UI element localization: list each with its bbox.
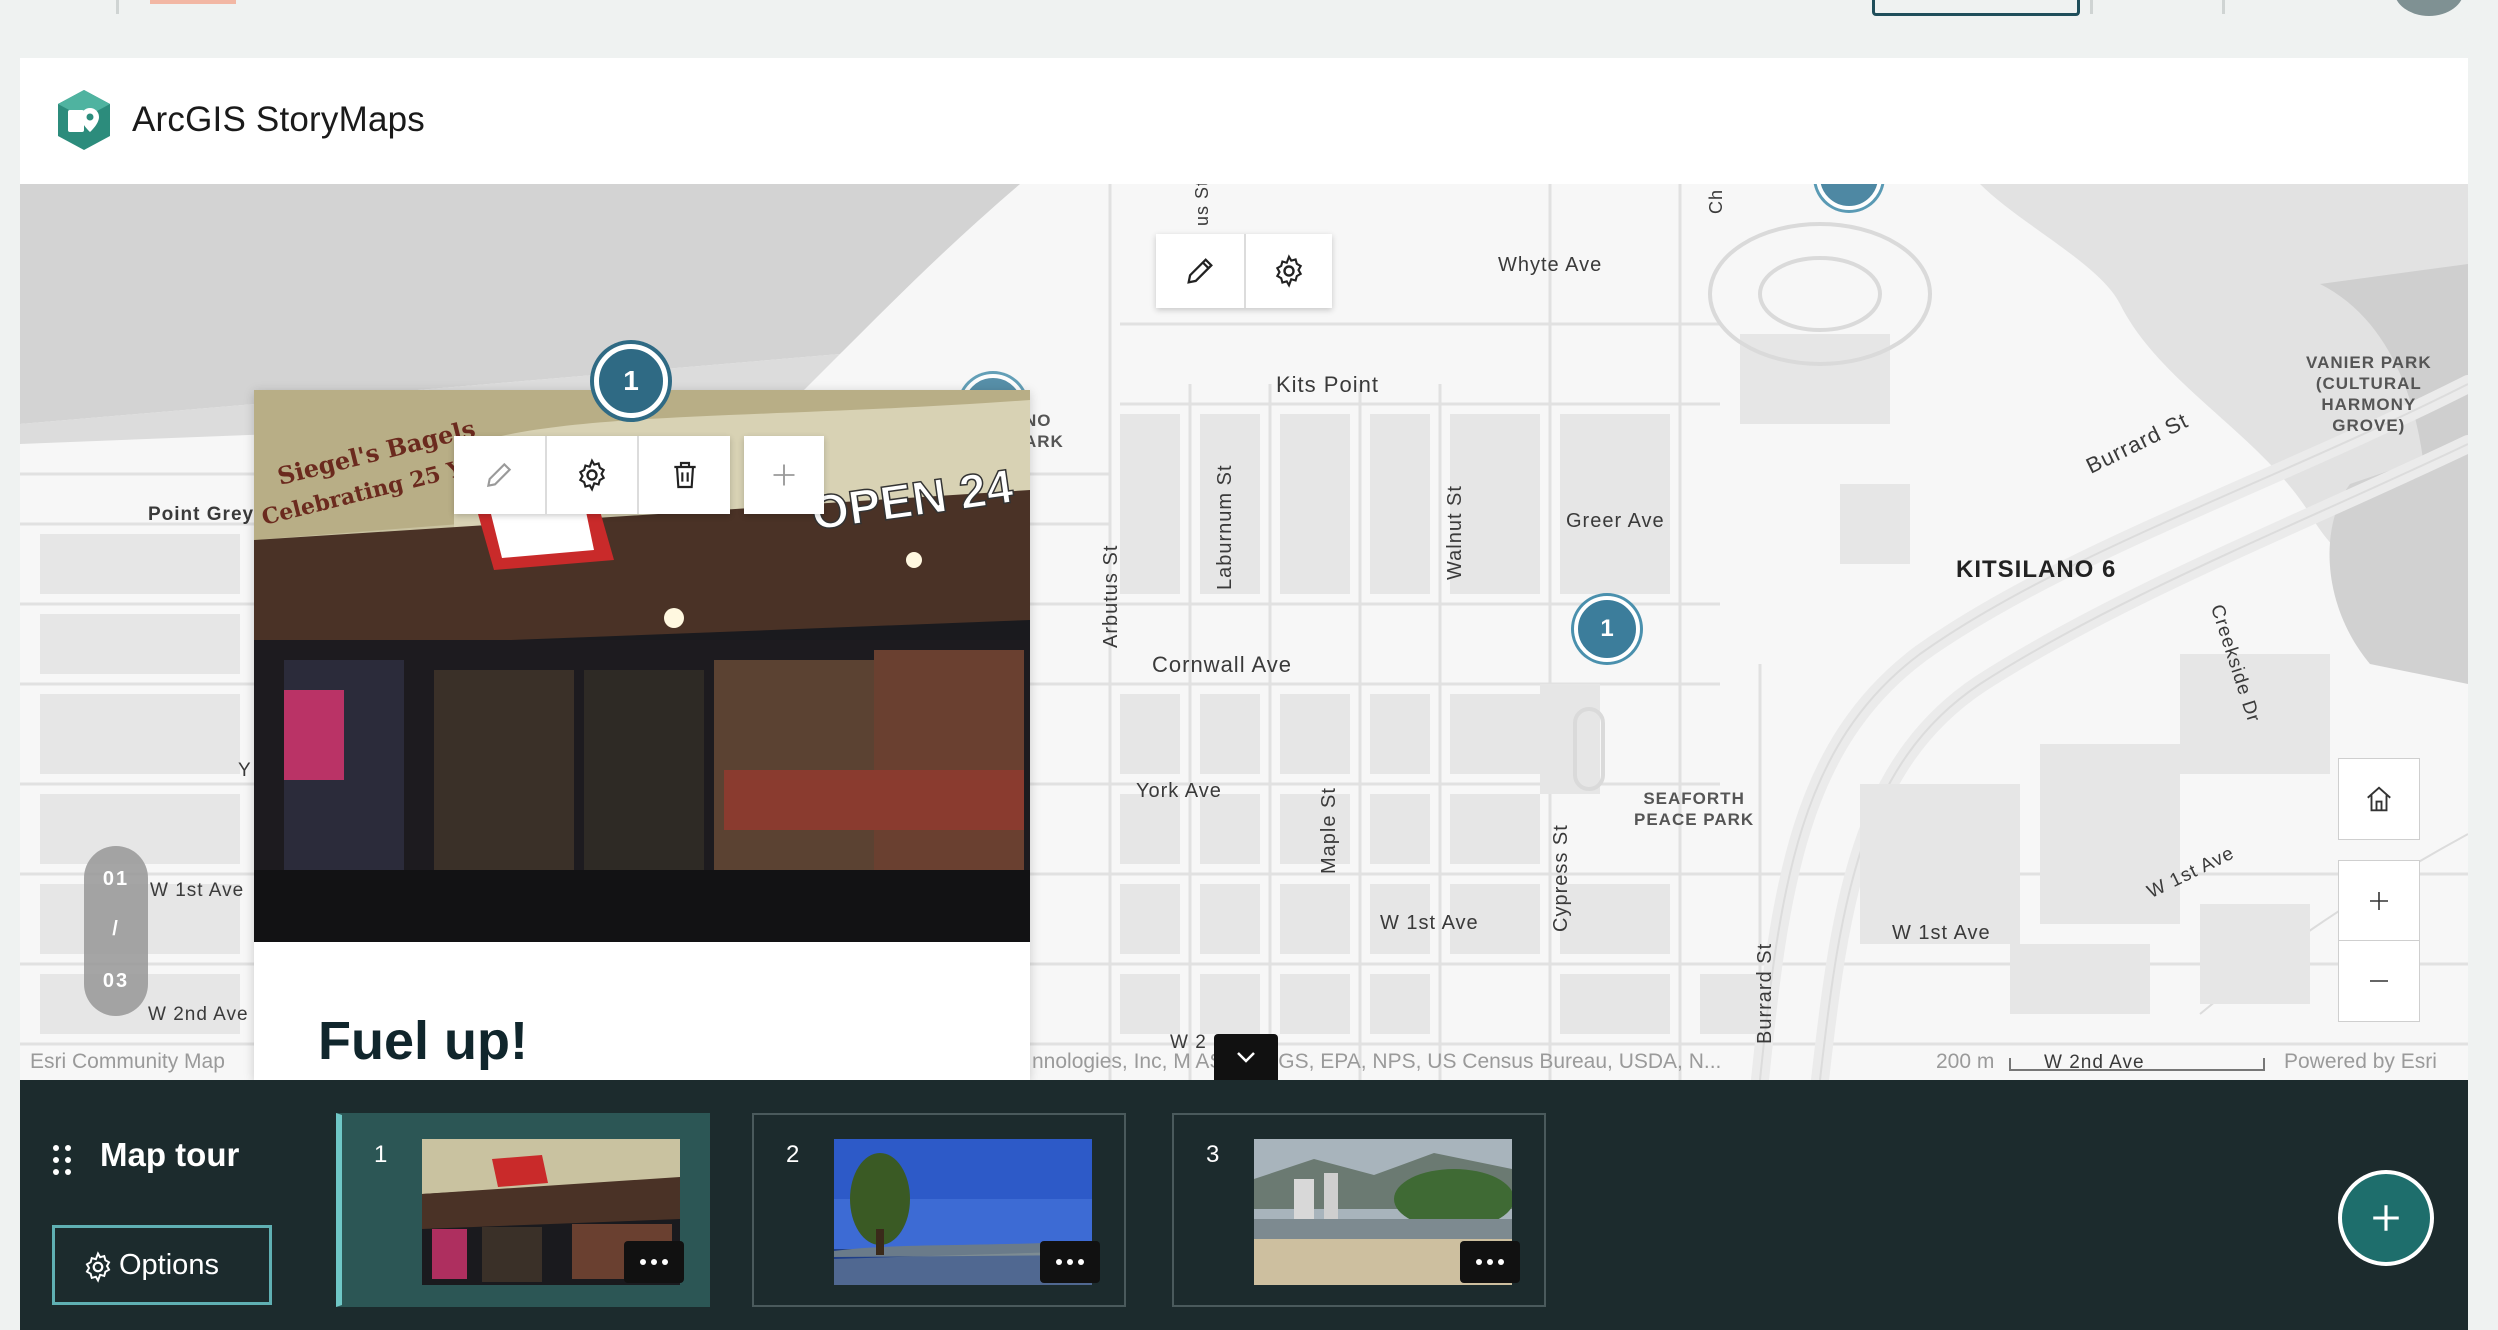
settings-button[interactable] (1244, 234, 1332, 308)
street-label-w1st: W 1st Ave (1892, 922, 1991, 944)
zoom-out-button[interactable] (2338, 940, 2420, 1022)
topbar-divider (2090, 0, 2093, 14)
add-block-button[interactable] (744, 436, 824, 514)
gear-icon (1275, 254, 1303, 288)
counter-current: 01 (102, 868, 130, 890)
slide-thumbnail[interactable]: 2 (752, 1113, 1126, 1307)
slide-counter: 01 / 03 (84, 846, 148, 1016)
settings-button[interactable] (544, 436, 638, 514)
zoom-in-button[interactable] (2338, 860, 2420, 942)
attribution-left[interactable]: Esri Community Map (30, 1050, 225, 1074)
options-button[interactable]: Options (52, 1225, 272, 1305)
builder-title: Map tour (100, 1136, 240, 1173)
attribution-text[interactable]: nnologies, Inc, M ASA, USGS, EPA, NPS, U… (1032, 1050, 1721, 1074)
app-topbar (0, 0, 2498, 56)
add-slide-button[interactable] (2338, 1170, 2434, 1266)
place-label-point-grey: Point Grey (148, 504, 255, 525)
map-view[interactable]: Whyte Ave Kits Point Point Grey Greer Av… (20, 184, 2468, 1080)
street-label-fragment: Y (238, 760, 252, 781)
slide-menu-button[interactable] (1040, 1241, 1100, 1283)
street-label-york: York Ave (1136, 780, 1222, 802)
place-label-kits-point: Kits Point (1276, 372, 1379, 397)
scale-label: 200 m (1936, 1050, 1995, 1073)
pencil-icon (1187, 258, 1213, 284)
storymaps-logo-icon (58, 90, 110, 150)
street-label-maple: Maple St (1318, 787, 1340, 874)
card-toolbar (454, 436, 730, 514)
edit-button[interactable] (454, 436, 545, 514)
map-pin[interactable]: 1 (1574, 596, 1640, 662)
plus-icon (2373, 1205, 2399, 1231)
slide-number: 1 (374, 1141, 388, 1168)
street-label-w1st: W 1st Ave (150, 880, 245, 901)
street-label-burrard: Burrard St (1754, 942, 1776, 1044)
street-label-whyte: Whyte Ave (1498, 254, 1603, 276)
counter-sep: / (112, 918, 120, 940)
slide-thumbnail[interactable]: 3 (1172, 1113, 1546, 1307)
map-feature-toolbar (1156, 234, 1332, 308)
scale-bar (2009, 1058, 2265, 1071)
powered-by[interactable]: Powered by Esri (2284, 1050, 2437, 1074)
slide-menu-button[interactable] (1460, 1241, 1520, 1283)
street-label-top: Ch (1706, 188, 1726, 214)
storymaps-header: ArcGIS StoryMaps (20, 58, 2468, 184)
map-pin-active[interactable]: 1 (594, 344, 668, 418)
home-button[interactable] (2338, 758, 2420, 840)
options-label: Options (119, 1248, 219, 1281)
street-label-arbutus: Arbutus St (1100, 544, 1122, 648)
place-label-seaforth: SEAFORTH PEACE PARK (1634, 789, 1755, 829)
street-label-w2nd: W 2nd Ave (148, 1004, 249, 1025)
plus-icon (773, 464, 795, 486)
place-label-vanier: VANIER PARK (CULTURAL HARMONY GROVE) (2306, 353, 2432, 435)
chevron-down-icon (1237, 1052, 1255, 1063)
avatar[interactable] (2394, 0, 2464, 16)
topbar-accent (150, 0, 236, 4)
place-label-kitsilano: KITSILANO 6 (1956, 556, 2117, 583)
street-label-top: us St (1192, 184, 1212, 226)
street-label-greer: Greer Ave (1566, 510, 1665, 532)
delete-button[interactable] (637, 436, 730, 514)
topbar-divider (2222, 0, 2225, 14)
slide-menu-button[interactable] (624, 1241, 684, 1283)
pencil-icon (487, 462, 512, 488)
slide-thumbnail[interactable]: 1 (336, 1113, 710, 1307)
slide-number: 3 (1206, 1141, 1220, 1168)
topbar-button[interactable] (1872, 0, 2080, 16)
counter-total: 03 (102, 970, 130, 992)
storymaps-title: ArcGIS StoryMaps (132, 100, 425, 139)
minus-icon (2370, 980, 2388, 982)
collapse-toggle[interactable] (1214, 1034, 1278, 1080)
map-tour-builder: Map tour Options 1 2 3 (20, 1080, 2468, 1330)
trash-icon (674, 461, 696, 489)
topbar-divider (116, 0, 119, 14)
home-icon (2367, 786, 2391, 812)
drag-handle-icon[interactable] (50, 1142, 74, 1178)
edit-button[interactable] (1156, 234, 1244, 308)
gear-icon (85, 1251, 111, 1283)
street-label-cypress: Cypress St (1550, 824, 1572, 932)
plus-icon (2370, 892, 2388, 910)
street-label-cornwall: Cornwall Ave (1152, 652, 1292, 677)
slide-number: 2 (786, 1141, 800, 1168)
gear-icon (578, 458, 606, 492)
street-label-laburnum: Laburnum St (1214, 464, 1236, 590)
street-label-w1st: W 1st Ave (1380, 912, 1479, 934)
card-title[interactable]: Fuel up! (318, 1010, 528, 1072)
street-label-walnut: Walnut St (1444, 485, 1466, 580)
